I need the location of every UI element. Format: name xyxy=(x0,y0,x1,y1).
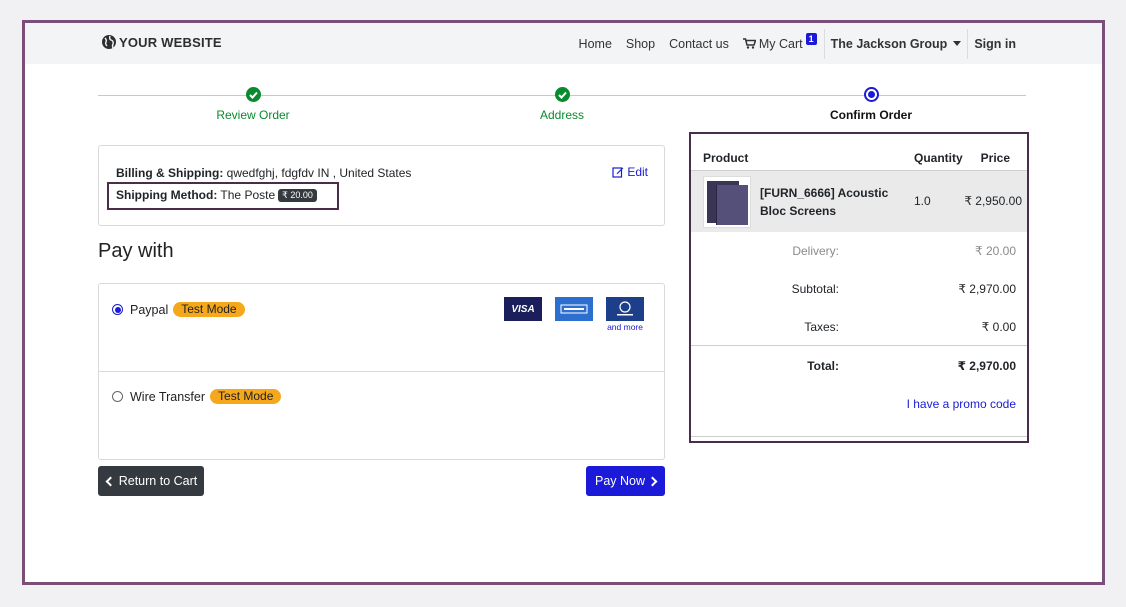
step-label: Confirm Order xyxy=(829,108,912,122)
edit-link[interactable]: Edit xyxy=(612,165,648,179)
product-thumbnail xyxy=(703,176,751,228)
chevron-left-icon xyxy=(105,476,116,486)
nav-home[interactable]: Home xyxy=(572,37,619,51)
amex-card-icon xyxy=(555,297,593,321)
cart-label: My Cart xyxy=(758,36,803,51)
return-to-cart-button[interactable]: Return to Cart xyxy=(98,466,204,496)
shipping-method: Shipping Method: The Poste ₹ 20.00 xyxy=(116,188,317,202)
test-mode-badge: Test Mode xyxy=(210,389,282,404)
paypal-radio-label[interactable]: Paypal Test Mode xyxy=(112,302,245,317)
diners-card-icon xyxy=(606,297,644,321)
delivery-label: Delivery: xyxy=(792,244,839,258)
billing-value: qwedfghj, fdgfdv IN , United States xyxy=(223,166,412,180)
subtotal-label: Subtotal: xyxy=(791,282,839,296)
nav-shop[interactable]: Shop xyxy=(619,37,662,51)
summary-header: Product Quantity Price xyxy=(691,134,1027,171)
chevron-right-icon xyxy=(647,476,658,486)
page-frame: YOUR WEBSITE Home Shop Contact us My Car… xyxy=(22,20,1105,585)
promo-code-link[interactable]: I have a promo code xyxy=(907,397,1016,411)
globe-icon xyxy=(102,35,116,49)
step-label: Review Order xyxy=(216,108,290,122)
shipping-label: Shipping Method: xyxy=(116,188,218,202)
pay-now-button[interactable]: Pay Now xyxy=(586,466,665,496)
user-menu[interactable]: The Jackson Group xyxy=(825,37,968,51)
edit-icon xyxy=(612,167,624,178)
main-nav: Home Shop Contact us My Cart 1 The Jacks… xyxy=(572,23,1102,64)
payment-methods: Paypal Test Mode VISA and more Wire Tran… xyxy=(98,283,665,460)
step-address: Address xyxy=(472,87,652,122)
product-quantity: 1.0 xyxy=(914,194,931,208)
top-navbar: YOUR WEBSITE Home Shop Contact us My Car… xyxy=(25,23,1102,64)
card-logos: VISA xyxy=(491,297,644,321)
product-name[interactable]: [FURN_6666] Acoustic Bloc Screens xyxy=(760,184,908,220)
step-confirm-order: Confirm Order xyxy=(781,87,961,122)
return-label: Return to Cart xyxy=(118,474,198,488)
summary-divider xyxy=(691,436,1027,437)
product-price: ₹ 2,950.00 xyxy=(964,194,1022,208)
total-value: ₹ 2,970.00 xyxy=(957,359,1016,373)
wire-transfer-radio[interactable] xyxy=(112,391,123,402)
payment-option-wire-transfer[interactable]: Wire Transfer Test Mode xyxy=(99,372,664,460)
check-icon xyxy=(245,87,261,102)
wire-radio-label[interactable]: Wire Transfer Test Mode xyxy=(112,389,282,404)
current-step-icon xyxy=(863,87,879,102)
method-name: Paypal xyxy=(130,302,169,317)
brand-name: YOUR WEBSITE xyxy=(119,34,222,50)
check-icon xyxy=(554,87,570,102)
and-more-link[interactable]: and more xyxy=(607,322,643,332)
total-label: Total: xyxy=(807,359,839,373)
edit-label: Edit xyxy=(627,165,648,179)
col-quantity: Quantity xyxy=(914,151,963,165)
paypal-radio[interactable] xyxy=(112,304,123,315)
delivery-value: ₹ 20.00 xyxy=(975,244,1016,258)
order-summary: Product Quantity Price [FURN_6666] Acous… xyxy=(689,132,1029,443)
billing-address: Billing & Shipping: qwedfghj, fdgfdv IN … xyxy=(116,166,411,180)
shipping-price-badge: ₹ 20.00 xyxy=(278,188,317,202)
col-price: Price xyxy=(980,151,1010,165)
visa-card-icon: VISA xyxy=(504,297,542,321)
user-name: The Jackson Group xyxy=(830,36,948,51)
taxes-value: ₹ 0.00 xyxy=(981,320,1016,334)
cart-count-badge: 1 xyxy=(805,32,817,45)
billing-label: Billing & Shipping: xyxy=(116,166,224,180)
paynow-label: Pay Now xyxy=(594,474,646,488)
nav-cart[interactable]: My Cart 1 xyxy=(736,32,824,51)
summary-product-row: [FURN_6666] Acoustic Bloc Screens 1.0 ₹ … xyxy=(691,171,1027,232)
site-logo[interactable]: YOUR WEBSITE xyxy=(101,34,222,50)
caret-down-icon xyxy=(953,41,962,46)
subtotal-value: ₹ 2,970.00 xyxy=(958,282,1016,296)
step-review-order: Review Order xyxy=(163,87,343,122)
pay-with-heading: Pay with xyxy=(98,240,174,262)
method-name: Wire Transfer xyxy=(130,389,206,404)
taxes-label: Taxes: xyxy=(804,320,839,334)
visa-label: VISA xyxy=(511,303,535,315)
nav-contact[interactable]: Contact us xyxy=(662,37,736,51)
cart-icon xyxy=(742,38,756,49)
summary-divider xyxy=(691,345,1027,346)
billing-shipping-box: Billing & Shipping: qwedfghj, fdgfdv IN … xyxy=(98,145,665,226)
step-label: Address xyxy=(539,108,585,122)
payment-option-paypal[interactable]: Paypal Test Mode VISA and more xyxy=(99,284,664,372)
test-mode-badge: Test Mode xyxy=(173,302,245,317)
col-product: Product xyxy=(703,151,749,165)
signin-link[interactable]: Sign in xyxy=(968,37,1022,51)
shipping-value: The Poste xyxy=(217,188,276,202)
